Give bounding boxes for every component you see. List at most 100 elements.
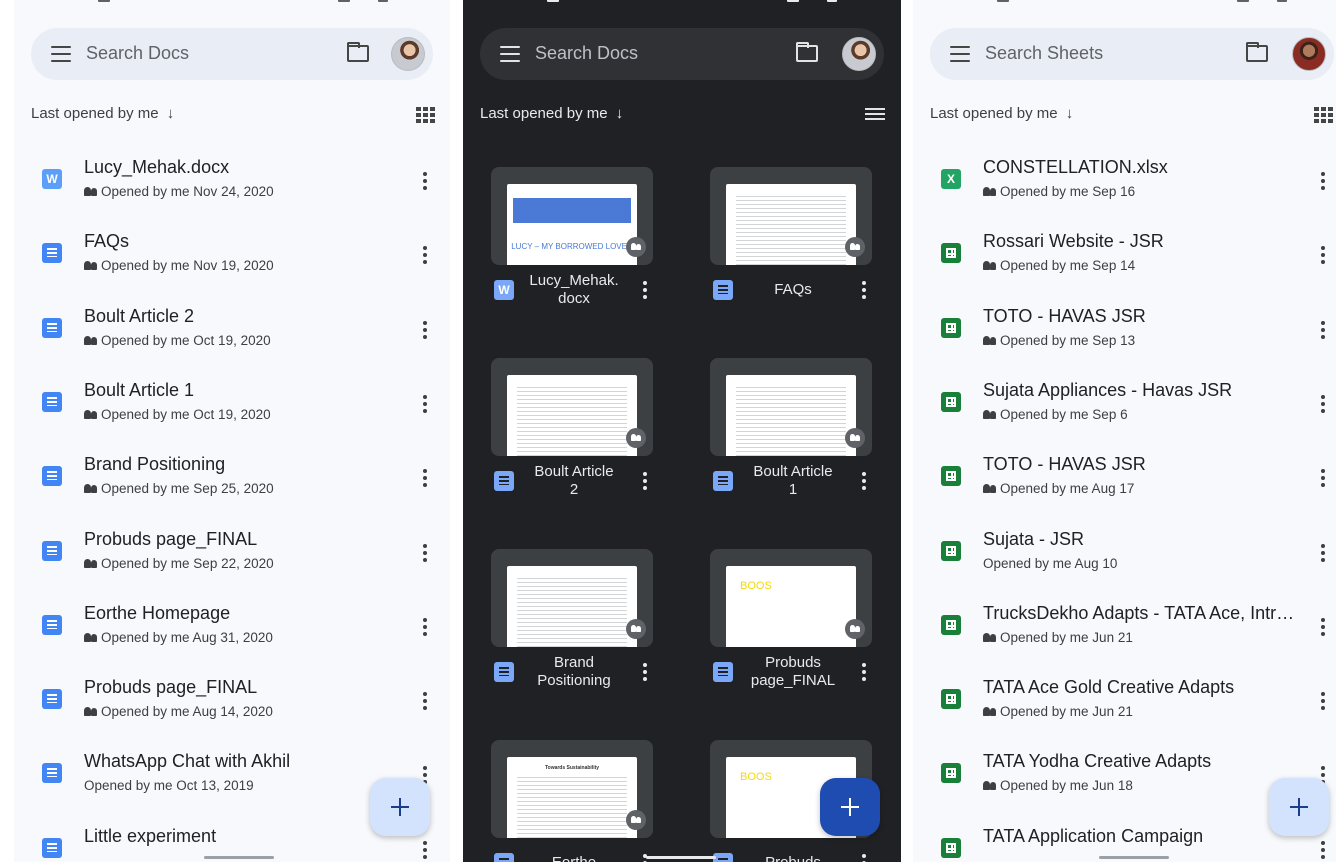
more-options-icon[interactable]	[423, 172, 427, 190]
menu-icon[interactable]	[500, 46, 520, 62]
shared-people-icon	[845, 237, 865, 257]
menu-icon[interactable]	[950, 46, 970, 62]
plus-icon	[391, 798, 409, 816]
list-item[interactable]: Sujata Appliances - Havas JSR Opened by m…	[913, 369, 1336, 443]
list-item[interactable]: Rossari Website - JSR Opened by me Sep 14	[913, 220, 1336, 294]
avatar[interactable]	[1292, 37, 1326, 71]
menu-icon[interactable]	[51, 46, 71, 62]
list-item[interactable]: W Lucy_Mehak.docx Opened by me Nov 24, 202…	[14, 146, 450, 220]
shared-people-icon	[84, 335, 97, 345]
more-options-icon[interactable]	[862, 472, 866, 490]
more-options-icon[interactable]	[423, 840, 427, 859]
file-card[interactable]	[491, 549, 653, 647]
thumbnail-text: BOOS	[740, 771, 772, 783]
doc-icon	[494, 471, 514, 491]
list-item[interactable]: Brand Positioning Opened by me Sep 25, 20…	[14, 443, 450, 517]
list-view-icon[interactable]	[865, 108, 885, 122]
opened-date: Opened by me Sep 6	[1000, 406, 1128, 422]
new-document-button[interactable]	[820, 778, 880, 836]
status-bar-icon	[378, 0, 388, 2]
folder-icon[interactable]	[796, 42, 818, 62]
more-options-icon[interactable]	[862, 663, 866, 681]
more-options-icon[interactable]	[1321, 692, 1325, 711]
file-card[interactable]	[710, 167, 872, 265]
search-input[interactable]: Search Docs	[86, 43, 189, 64]
file-card[interactable]: Towards Sustainability	[491, 740, 653, 838]
folder-icon[interactable]	[347, 42, 369, 62]
file-card[interactable]	[491, 358, 653, 456]
grid-view-icon[interactable]	[1314, 107, 1333, 123]
list-item[interactable]: TOTO - HAVAS JSR Opened by me Aug 17	[913, 443, 1336, 517]
more-options-icon[interactable]	[423, 246, 427, 265]
home-indicator	[646, 856, 716, 859]
file-title: WhatsApp Chat with Akhil	[84, 751, 291, 772]
new-spreadsheet-button[interactable]	[1269, 778, 1329, 836]
file-card[interactable]: BOOS	[710, 549, 872, 647]
grid-view-icon[interactable]	[416, 107, 435, 123]
more-options-icon[interactable]	[1321, 394, 1325, 413]
more-options-icon[interactable]	[423, 692, 427, 711]
sort-label: Last opened by me	[31, 105, 159, 122]
card-title-line: Probuds	[738, 854, 848, 862]
list-item[interactable]: Boult Article 1 Opened by me Oct 19, 2020	[14, 369, 450, 443]
search-bar[interactable]: Search Sheets	[930, 28, 1334, 80]
avatar[interactable]	[842, 37, 876, 71]
sort-selector[interactable]: Last opened by me ↓	[930, 105, 1073, 122]
more-options-icon[interactable]	[423, 320, 427, 339]
search-bar[interactable]: Search Docs	[31, 28, 433, 80]
search-input[interactable]: Search Sheets	[985, 43, 1103, 64]
more-options-icon[interactable]	[1321, 469, 1325, 488]
card-title: Boult Article 2	[519, 463, 629, 499]
more-options-icon[interactable]	[643, 663, 647, 681]
more-options-icon[interactable]	[1321, 543, 1325, 562]
more-options-icon[interactable]	[1321, 840, 1325, 859]
more-options-icon[interactable]	[423, 394, 427, 413]
file-subtitle: Opened by me Oct 13, 2019	[84, 778, 254, 793]
new-document-button[interactable]	[370, 778, 430, 836]
search-input[interactable]: Search Docs	[535, 43, 638, 64]
more-options-icon[interactable]	[643, 472, 647, 490]
more-options-icon[interactable]	[1321, 320, 1325, 339]
folder-icon[interactable]	[1246, 42, 1268, 62]
card-title-line: Positioning	[537, 672, 611, 689]
sort-selector[interactable]: Last opened by me ↓	[31, 105, 174, 122]
doc-icon	[42, 689, 62, 710]
arrow-down-icon: ↓	[1065, 105, 1074, 122]
shared-people-icon	[84, 261, 97, 271]
list-item[interactable]: X CONSTELLATION.xlsx Opened by me Sep 16	[913, 146, 1336, 220]
search-bar[interactable]: Search Docs	[480, 28, 884, 80]
more-options-icon[interactable]	[643, 281, 647, 299]
avatar[interactable]	[391, 37, 425, 71]
more-options-icon[interactable]	[423, 469, 427, 488]
status-bar-icon	[338, 0, 350, 2]
more-options-icon[interactable]	[1321, 246, 1325, 265]
more-options-icon[interactable]	[423, 617, 427, 636]
list-item[interactable]: Probuds page_FINAL Opened by me Aug 14, 2…	[14, 666, 450, 740]
more-options-icon[interactable]	[862, 854, 866, 862]
list-item[interactable]: FAQs Opened by me Nov 19, 2020	[14, 220, 450, 294]
list-item[interactable]: TOTO - HAVAS JSR Opened by me Sep 13	[913, 295, 1336, 369]
list-item[interactable]: Probuds page_FINAL Opened by me Sep 22, 2…	[14, 518, 450, 592]
doc-icon	[713, 280, 733, 300]
status-bar-icon	[1237, 0, 1249, 2]
list-item[interactable]: Eorthe Homepage Opened by me Aug 31, 2020	[14, 592, 450, 666]
list-item[interactable]: Sujata - JSR Opened by me Aug 10	[913, 518, 1336, 592]
more-options-icon[interactable]	[1321, 172, 1325, 190]
list-item[interactable]: Boult Article 2 Opened by me Oct 19, 2020	[14, 295, 450, 369]
sheet-icon	[941, 540, 961, 561]
more-options-icon[interactable]	[862, 281, 866, 299]
file-subtitle: Opened by me Jun 21	[983, 704, 1133, 719]
more-options-icon[interactable]	[1321, 617, 1325, 636]
more-options-icon[interactable]	[423, 543, 427, 562]
sort-label: Last opened by me	[930, 105, 1058, 122]
sort-selector[interactable]: Last opened by me ↓	[480, 105, 623, 122]
list-item[interactable]: TrucksDekho Adapts - TATA Ace, Intra ...…	[913, 592, 1336, 666]
file-title: Sujata - JSR	[983, 528, 1085, 549]
file-card[interactable]: LUCY – MY BORROWED LOVER	[491, 167, 653, 265]
file-subtitle: Opened by me Oct 19, 2020	[84, 333, 271, 348]
sheet-icon	[941, 243, 961, 264]
list-item[interactable]: TATA Ace Gold Creative Adapts Opened by m…	[913, 666, 1336, 740]
file-card[interactable]	[710, 358, 872, 456]
doc-icon	[42, 837, 62, 858]
opened-date: Opened by me Sep 16	[1000, 184, 1136, 199]
